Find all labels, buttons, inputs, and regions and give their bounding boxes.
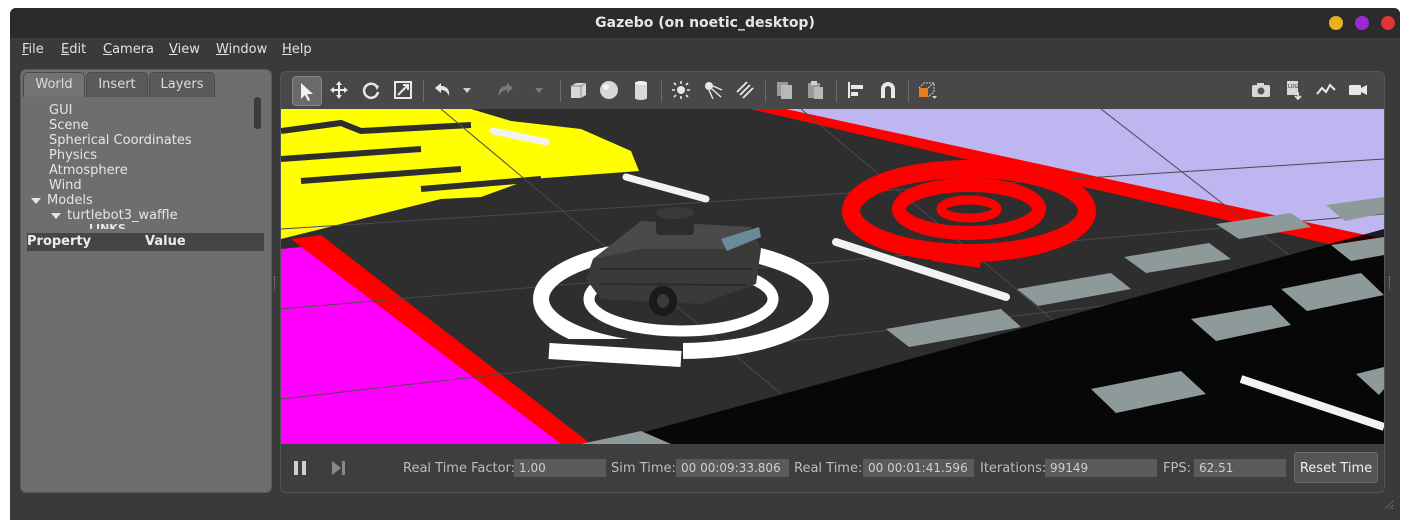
real-time-label: Real Time: <box>794 461 863 476</box>
tree-item-spherical-coordinates[interactable]: Spherical Coordinates <box>49 133 192 148</box>
record-video-icon[interactable] <box>1344 76 1372 104</box>
sphere-icon[interactable] <box>595 76 623 104</box>
expand-arrow-icon[interactable] <box>51 212 61 219</box>
toolbar-separator <box>661 80 662 102</box>
toolbar-separator <box>560 80 561 102</box>
tree-item-links[interactable]: LINKS <box>89 221 126 229</box>
copy-icon[interactable] <box>770 76 798 104</box>
fps-label: FPS: <box>1163 461 1191 476</box>
tree-item-models-label: Models <box>47 193 93 208</box>
rotate-icon[interactable] <box>357 76 385 104</box>
select-arrow-icon[interactable] <box>292 76 322 106</box>
world-tree: GUI Scene Spherical Coordinates Physics … <box>25 97 265 229</box>
status-bar: Real Time Factor: 1.00 Sim Time: 00 00:0… <box>281 444 1384 492</box>
view-angle-icon[interactable] <box>913 76 941 104</box>
toolbar-separator <box>836 80 837 102</box>
plot-icon[interactable] <box>1312 76 1340 104</box>
left-splitter-handle[interactable] <box>274 276 277 290</box>
toolbar-separator <box>765 80 766 102</box>
tree-item-atmosphere[interactable]: Atmosphere <box>49 163 128 178</box>
close-button[interactable] <box>1381 16 1395 30</box>
menu-file[interactable]: File <box>22 42 44 57</box>
iterations-field: 99149 <box>1045 459 1157 477</box>
fps-field: 62.51 <box>1194 459 1286 477</box>
reset-time-button[interactable]: Reset Time <box>1294 452 1378 483</box>
tab-world[interactable]: World <box>23 72 85 97</box>
real-time-field: 00 00:01:41.596 <box>863 459 974 477</box>
title-bar[interactable]: Gazebo (on noetic_desktop) <box>10 8 1400 38</box>
screenshot-icon[interactable] <box>1247 76 1275 104</box>
tree-item-scene[interactable]: Scene <box>49 118 89 133</box>
value-column-header: Value <box>145 234 186 249</box>
menu-view[interactable]: View <box>169 42 200 57</box>
cylinder-icon[interactable] <box>627 76 655 104</box>
property-table-header: Property Value <box>27 233 264 251</box>
iterations-label: Iterations: <box>980 461 1047 476</box>
property-column-header: Property <box>27 234 92 249</box>
undo-dropdown-icon[interactable] <box>461 76 473 104</box>
resize-grip-icon[interactable] <box>1382 498 1394 510</box>
real-time-factor-label: Real Time Factor: <box>403 461 516 476</box>
tree-item-gui[interactable]: GUI <box>49 103 72 118</box>
translate-icon[interactable] <box>325 76 353 104</box>
render-panel: LOG Real Time Factor: 1.00 Sim Time: 00 … <box>280 71 1385 493</box>
tree-item-wind[interactable]: Wind <box>49 178 82 193</box>
menu-bar: File Edit Camera View Window Help <box>10 38 1400 62</box>
maximize-button[interactable] <box>1355 16 1369 30</box>
scale-icon[interactable] <box>389 76 417 104</box>
sim-time-label: Sim Time: <box>611 461 676 476</box>
menu-help[interactable]: Help <box>282 42 312 57</box>
point-light-icon[interactable] <box>667 76 695 104</box>
left-panel: World Insert Layers GUI Scene Spherical … <box>20 69 272 493</box>
window-title: Gazebo (on noetic_desktop) <box>595 15 815 31</box>
toolbar-separator <box>908 80 909 102</box>
pause-icon[interactable] <box>291 459 309 477</box>
snap-icon[interactable] <box>874 76 902 104</box>
toolbar: LOG <box>281 72 1384 109</box>
sim-time-field: 00 00:09:33.806 <box>676 459 789 477</box>
menu-window[interactable]: Window <box>216 42 267 57</box>
tree-scrollbar[interactable] <box>254 97 261 129</box>
tree-item-physics[interactable]: Physics <box>49 148 97 163</box>
minimize-button[interactable] <box>1329 16 1343 30</box>
tab-insert[interactable]: Insert <box>86 72 148 97</box>
tab-layers[interactable]: Layers <box>149 72 215 97</box>
step-icon[interactable] <box>329 459 347 477</box>
3d-viewport[interactable] <box>281 108 1384 445</box>
redo-icon[interactable] <box>492 76 520 104</box>
gazebo-window: Gazebo (on noetic_desktop) File Edit Cam… <box>10 8 1400 520</box>
svg-text:LOG: LOG <box>1288 84 1299 90</box>
toolbar-separator <box>423 80 424 102</box>
menu-camera[interactable]: Camera <box>103 42 154 57</box>
scene-render[interactable] <box>281 108 1384 445</box>
paste-icon[interactable] <box>801 76 829 104</box>
undo-icon[interactable] <box>428 76 456 104</box>
spot-light-icon[interactable] <box>699 76 727 104</box>
box-icon[interactable] <box>564 76 592 104</box>
menu-edit[interactable]: Edit <box>61 42 86 57</box>
real-time-factor-field: 1.00 <box>514 459 606 477</box>
directional-light-icon[interactable] <box>731 76 759 104</box>
log-icon[interactable]: LOG <box>1280 76 1308 104</box>
redo-dropdown-icon[interactable] <box>533 76 545 104</box>
tree-item-models[interactable]: Models <box>31 193 93 208</box>
align-icon[interactable] <box>842 76 870 104</box>
right-splitter-handle[interactable] <box>1389 276 1392 290</box>
expand-arrow-icon[interactable] <box>31 197 41 204</box>
